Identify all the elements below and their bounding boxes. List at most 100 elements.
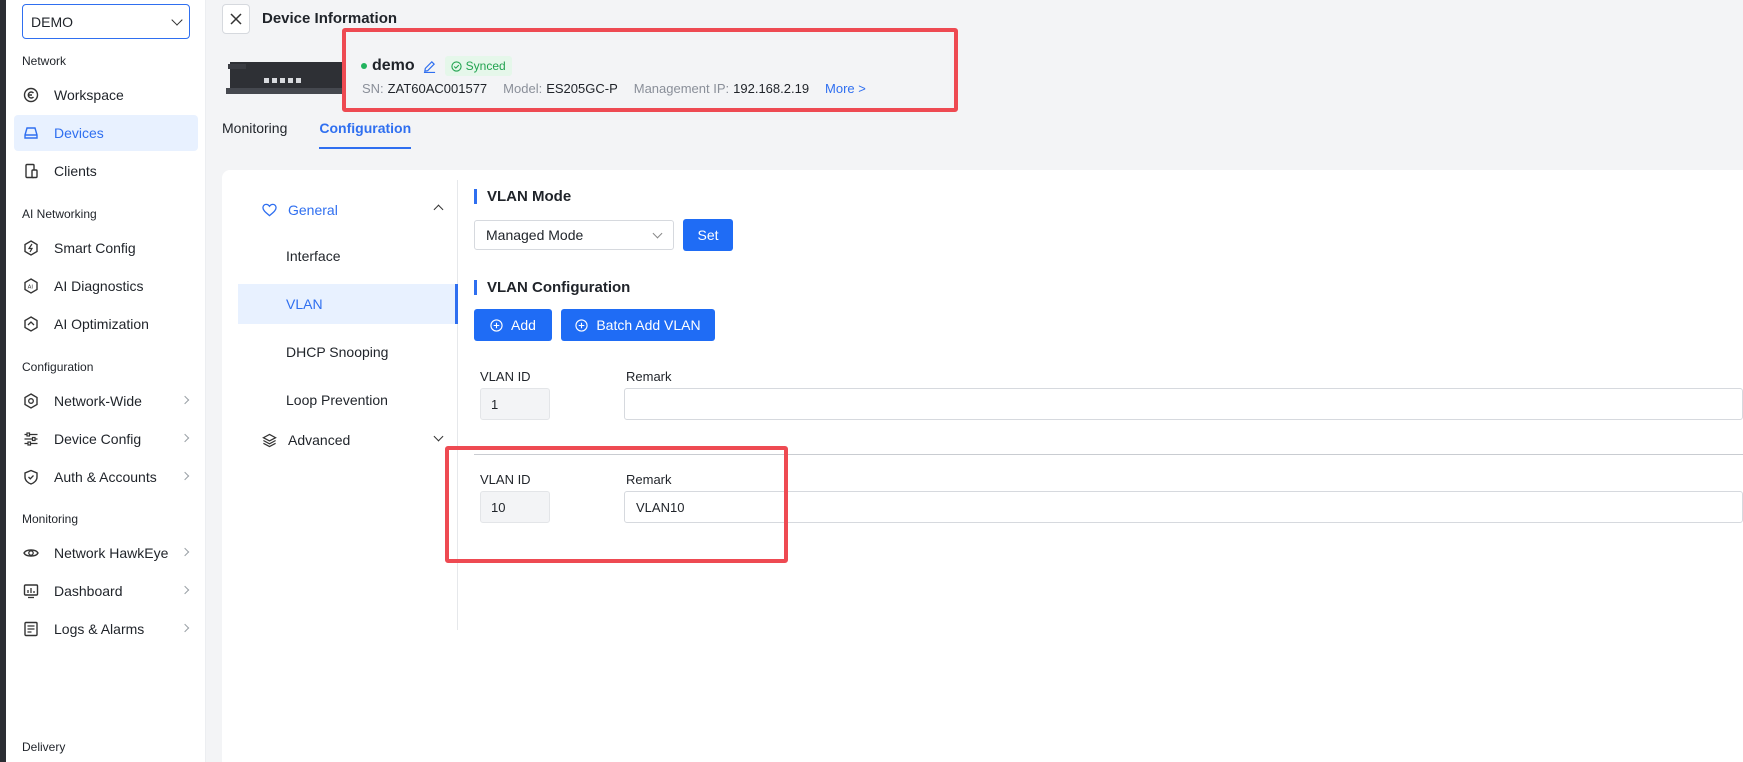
vlan-id-label: VLAN ID [480,369,531,384]
chevron-right-icon [180,471,190,481]
sidebar-item-label: AI Optimization [54,316,149,332]
sn-label: SN: [362,81,384,96]
sidebar-item-label: Network-Wide [54,393,142,409]
subnav-item-loop-prevention[interactable]: Loop Prevention [238,380,458,420]
chevron-right-icon [180,547,190,557]
batch-add-vlan-label: Batch Add VLAN [596,317,701,333]
plus-circle-icon [575,318,588,332]
sidebar-item-label: Logs & Alarms [54,621,145,637]
sidebar-item-label: Network HawkEye [54,545,169,561]
sidebar-item-devices[interactable]: Devices [14,115,198,151]
clients-icon [22,162,40,180]
ip-label: Management IP: [633,81,730,96]
page-title: Device Information [262,10,398,27]
set-button[interactable]: Set [683,219,733,251]
tab-configuration[interactable]: Configuration [319,120,412,149]
svg-text:AI: AI [28,285,34,291]
sidebar-item-ai-optimization[interactable]: AI Optimization [14,306,198,342]
vlan-id-field: 10 [480,491,550,523]
nav-section-network: Network [22,54,67,68]
ai-diagnostics-icon: AI [22,277,40,295]
sidebar-item-smart-config[interactable]: Smart Config [14,230,198,266]
chevron-up-icon [433,204,444,215]
sn-value: ZAT60AC001577 [387,81,488,96]
nav-section-delivery: Delivery [22,740,66,754]
remark-input[interactable] [624,388,1743,420]
vlan-id-field: 1 [480,388,550,420]
subnav-group-advanced[interactable]: Advanced [238,422,458,458]
sidebar-item-device-config[interactable]: Device Config [14,421,198,457]
remark-input[interactable]: VLAN10 [624,491,1743,523]
device-header: demo Synced [361,56,512,76]
tabs: Monitoring Configuration [222,120,443,149]
sliders-icon [22,430,40,448]
batch-add-vlan-button[interactable]: Batch Add VLAN [561,309,715,341]
gear-icon [22,392,40,410]
sidebar-item-clients[interactable]: Clients [14,153,198,189]
add-vlan-button[interactable]: Add [474,309,552,341]
sidebar-item-label: Clients [54,163,97,179]
vlan-mode-select[interactable]: Managed Mode [474,220,674,250]
sidebar-item-label: Devices [54,125,104,141]
sidebar-item-workspace[interactable]: Workspace [14,77,198,113]
section-title-vlan-mode: VLAN Mode [474,189,571,204]
remark-label: Remark [626,369,672,384]
chevron-down-icon [652,228,663,239]
sidebar-item-ai-diagnostics[interactable]: AI AI Diagnostics [14,268,198,304]
subnav-group-label: General [288,202,338,218]
remark-label: Remark [626,472,672,487]
subnav-item-dhcp-snooping[interactable]: DHCP Snooping [238,332,458,372]
smart-config-icon [22,239,40,257]
dashboard-icon [22,582,40,600]
subnav-group-general[interactable]: General [238,192,458,228]
org-select[interactable]: DEMO [22,4,190,39]
close-button[interactable] [222,4,250,34]
model-label: Model: [503,81,543,96]
switch-device-image [226,62,344,94]
nav-section-ai-networking: AI Networking [22,207,97,221]
chevron-down-icon [433,431,444,442]
add-vlan-label: Add [511,317,536,333]
shield-icon [22,468,40,486]
sidebar-item-label: AI Diagnostics [54,278,144,294]
plus-circle-icon [490,318,503,332]
chevron-down-icon [171,13,183,26]
edit-icon[interactable] [423,59,437,73]
device-meta: SN: ZAT60AC001577 Model: ES205GC-P Manag… [362,81,866,96]
tab-monitoring[interactable]: Monitoring [222,120,287,149]
sidebar-item-dashboard[interactable]: Dashboard [14,573,198,609]
layers-icon [262,432,278,448]
logs-icon [22,620,40,638]
subnav-item-vlan[interactable]: VLAN [238,284,458,324]
section-title-vlan-configuration: VLAN Configuration [474,280,630,295]
nav-section-monitoring: Monitoring [22,512,79,526]
vlan-id-label: VLAN ID [480,472,531,487]
sidebar-item-auth-accounts[interactable]: Auth & Accounts [14,459,198,495]
sidebar: DEMO Network Workspace Devices Clients A… [6,0,206,762]
more-link[interactable]: More > [825,81,866,96]
device-icon [22,124,40,142]
sidebar-item-label: Workspace [54,87,124,103]
config-panel: General Interface VLAN DHCP Snooping Loo… [222,170,1743,762]
heart-icon [262,202,278,218]
check-circle-icon [451,60,462,72]
sidebar-item-label: Auth & Accounts [54,469,157,485]
chevron-right-icon [180,433,190,443]
config-subnav: General Interface VLAN DHCP Snooping Loo… [238,180,458,630]
sidebar-item-label: Smart Config [54,240,136,256]
subnav-item-interface[interactable]: Interface [238,236,458,276]
device-name: demo [372,57,415,74]
org-select-value: DEMO [31,13,73,30]
model-value: ES205GC-P [546,81,618,96]
ip-value: 192.168.2.19 [733,81,810,96]
chevron-right-icon [180,395,190,405]
online-status-dot [361,63,367,69]
row-divider [474,454,1743,455]
status-badge-label: Synced [465,59,506,73]
nav-section-configuration: Configuration [22,360,94,374]
ai-optimization-icon [22,315,40,333]
sidebar-item-network-wide[interactable]: Network-Wide [14,383,198,419]
workspace-icon [22,86,40,104]
sidebar-item-network-hawkeye[interactable]: Network HawkEye [14,535,198,571]
sidebar-item-logs-alarms[interactable]: Logs & Alarms [14,611,198,647]
